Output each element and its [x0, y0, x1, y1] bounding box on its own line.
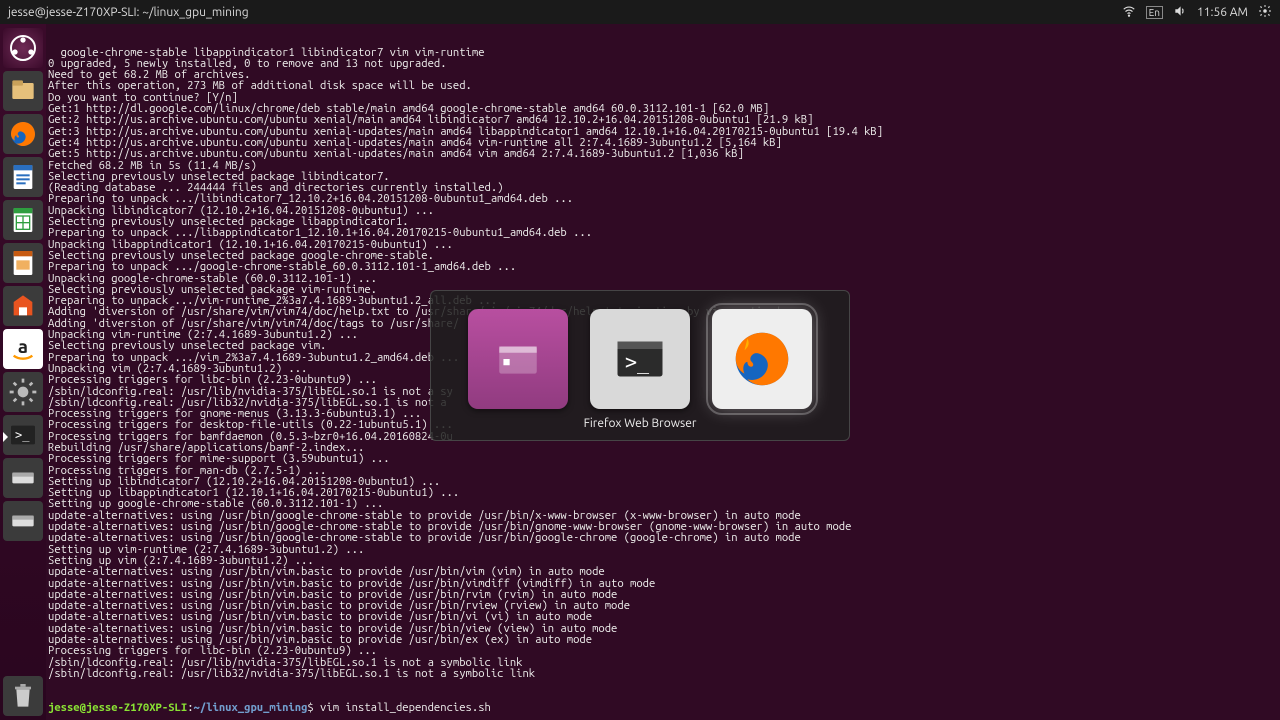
terminal-line: Preparing to unpack .../google-chrome-st… [48, 261, 1278, 272]
drive-icon-2[interactable] [3, 501, 43, 541]
terminal-line: Preparing to unpack .../libappindicator1… [48, 227, 1278, 238]
clock[interactable]: 11:56 AM [1197, 6, 1248, 19]
terminal-line: update-alternatives: using /usr/bin/vim.… [48, 566, 1278, 577]
trash-icon[interactable] [3, 676, 43, 716]
terminal-icon[interactable]: >_ [3, 415, 43, 455]
gear-icon[interactable] [1258, 4, 1272, 21]
terminal-line: /sbin/ldconfig.real: /usr/lib32/nvidia-3… [48, 668, 1278, 679]
alt-tab-switcher: >_ Firefox Web Browser [430, 290, 850, 441]
wifi-icon[interactable] [1122, 4, 1136, 21]
language-indicator[interactable]: En [1146, 6, 1163, 19]
terminal-line: update-alternatives: using /usr/bin/goog… [48, 532, 1278, 543]
unity-launcher: a >_ [0, 24, 46, 720]
settings-icon[interactable] [3, 372, 43, 412]
prompt-userhost: jesse@jesse-Z170XP-SLI [48, 701, 187, 714]
system-tray: En 11:56 AM [1122, 4, 1272, 21]
files-icon[interactable] [3, 71, 43, 111]
drive-icon-1[interactable] [3, 458, 43, 498]
terminal-line: Processing triggers for libc-bin (2.23-0… [48, 645, 1278, 656]
terminal-line: Get:5 http://us.archive.ubuntu.com/ubunt… [48, 148, 1278, 159]
prompt-command: vim install_dependencies.sh [320, 701, 491, 714]
terminal-line: Processing triggers for mime-support (3.… [48, 453, 1278, 464]
window-title: jesse@jesse-Z170XP-SLI: ~/linux_gpu_mini… [8, 6, 249, 19]
svg-text:a: a [18, 336, 28, 357]
switcher-item-nautilus[interactable] [468, 309, 568, 409]
impress-icon[interactable] [3, 243, 43, 283]
top-panel: jesse@jesse-Z170XP-SLI: ~/linux_gpu_mini… [0, 0, 1280, 24]
software-center-icon[interactable] [3, 286, 43, 326]
switcher-item-terminal[interactable]: >_ [590, 309, 690, 409]
calc-icon[interactable] [3, 200, 43, 240]
switcher-item-firefox[interactable] [712, 309, 812, 409]
volume-icon[interactable] [1173, 4, 1187, 21]
firefox-icon[interactable] [3, 114, 43, 154]
prompt-path: ~/linux_gpu_mining [194, 701, 308, 714]
amazon-icon[interactable]: a [3, 329, 43, 369]
switcher-label: Firefox Web Browser [449, 417, 831, 430]
svg-text:>_: >_ [625, 350, 650, 374]
svg-text:>_: >_ [15, 428, 30, 442]
dash-icon[interactable] [3, 28, 43, 68]
terminal-line: Get:2 http://us.archive.ubuntu.com/ubunt… [48, 114, 1278, 125]
writer-icon[interactable] [3, 157, 43, 197]
